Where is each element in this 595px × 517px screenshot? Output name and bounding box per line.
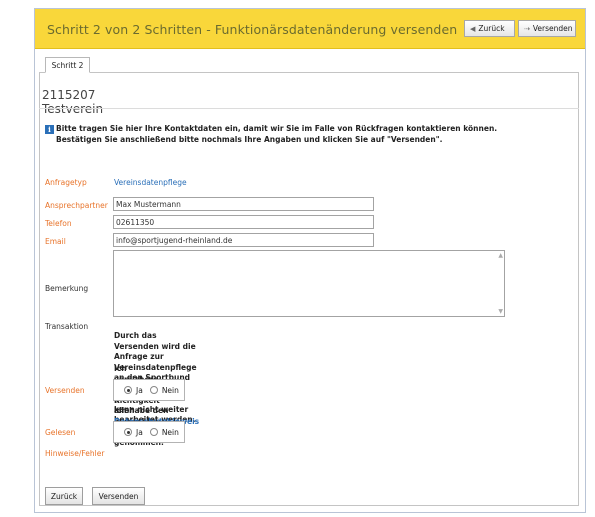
ansprechpartner-label: Ansprechpartner: [45, 201, 108, 210]
versenden-nein-radio[interactable]: [149, 386, 158, 394]
footer-send-button[interactable]: Versenden: [92, 487, 145, 505]
gelesen-nein-radio[interactable]: [149, 428, 158, 436]
email-label: Email: [45, 237, 66, 246]
gelesen-label: Gelesen: [45, 428, 76, 437]
info-icon: i: [45, 125, 54, 134]
send-icon: ⇢: [524, 24, 530, 33]
gelesen-radio-group: Ja Nein: [113, 421, 185, 443]
anfragetyp-label: Anfragetyp: [45, 178, 87, 187]
versenden-nein-label: Nein: [161, 385, 179, 395]
info-line-2: Bestätigen Sie anschließend bitte nochma…: [56, 134, 443, 144]
email-input[interactable]: info@sportjugend-rheinland.de: [113, 233, 374, 247]
versenden-ja-radio[interactable]: [124, 386, 132, 394]
info-text: Bitte tragen Sie hier Ihre Kontaktdaten …: [56, 124, 546, 145]
telefon-input[interactable]: 02611350: [113, 215, 374, 229]
header-back-button[interactable]: ◀ Zurück: [464, 20, 515, 37]
footer-back-button[interactable]: Zurück: [45, 487, 83, 505]
bemerkung-label: Bemerkung: [45, 284, 89, 293]
divider: [39, 108, 579, 109]
datenschutz-pre: Ich habe den: [114, 406, 169, 415]
versenden-radio-group: Ja Nein: [113, 379, 185, 401]
tab-schritt-2[interactable]: Schritt 2: [45, 57, 90, 73]
page-title: Schritt 2 von 2 Schritten - Funktionärsd…: [47, 22, 458, 37]
versenden-label: Versenden: [45, 386, 85, 395]
anfragetyp-value: Vereinsdatenpflege: [114, 178, 187, 187]
gelesen-nein-label: Nein: [161, 427, 179, 437]
arrow-left-icon: ◀: [470, 24, 476, 33]
bemerkung-textarea[interactable]: ▲ ▼: [113, 250, 505, 317]
gelesen-ja-radio[interactable]: [124, 428, 132, 436]
step-header: Schritt 2 von 2 Schritten - Funktionärsd…: [35, 9, 585, 49]
ansprechpartner-input[interactable]: Max Mustermann: [113, 197, 374, 211]
header-send-label: Versenden: [532, 24, 573, 33]
versenden-ja-label: Ja: [136, 385, 143, 395]
transaktion-label: Transaktion: [45, 322, 89, 331]
hinweise-label: Hinweise/Fehler: [45, 449, 105, 458]
info-line-1: Bitte tragen Sie hier Ihre Kontaktdaten …: [56, 124, 498, 133]
scroll-up-icon[interactable]: ▲: [498, 252, 503, 259]
gelesen-ja-label: Ja: [136, 427, 143, 437]
telefon-label: Telefon: [45, 219, 72, 228]
club-name: 2115207 Testverein: [42, 88, 104, 116]
header-back-label: Zurück: [478, 24, 505, 33]
scroll-down-icon[interactable]: ▼: [498, 308, 503, 315]
header-send-button[interactable]: ⇢ Versenden: [518, 20, 576, 37]
